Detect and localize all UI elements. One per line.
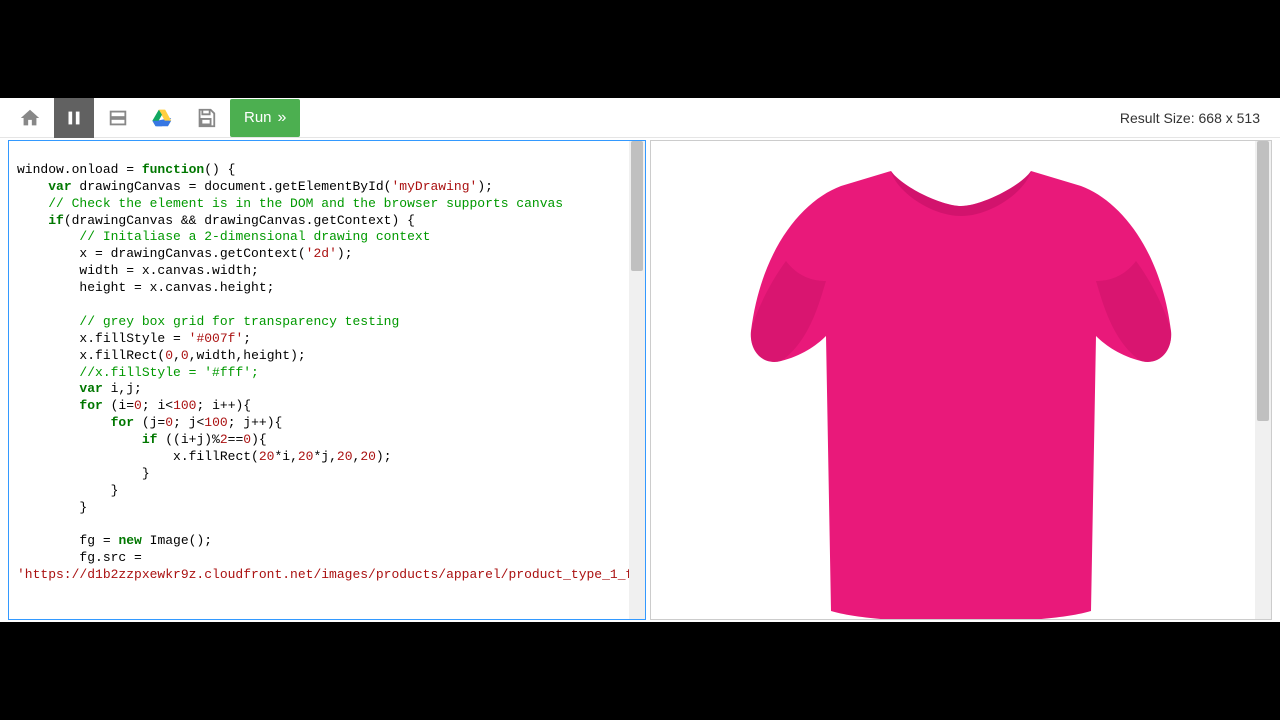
code-scrollbar[interactable] (629, 141, 645, 619)
code-scroll-thumb[interactable] (631, 141, 643, 271)
drive-button[interactable] (142, 98, 182, 138)
code-text[interactable]: window.onload = function() { var drawing… (9, 141, 629, 619)
toolbar: Run » Result Size: 668 x 513 (0, 98, 1280, 138)
result-size-label: Result Size: 668 x 513 (1120, 110, 1270, 126)
run-arrow-icon: » (278, 109, 287, 127)
code-editor[interactable]: window.onload = function() { var drawing… (8, 140, 646, 620)
save-icon (195, 107, 217, 129)
home-icon (19, 107, 41, 129)
save-button[interactable] (186, 98, 226, 138)
app-area: Run » Result Size: 668 x 513 window.onlo… (0, 98, 1280, 622)
tshirt-tag (953, 187, 969, 201)
panes: window.onload = function() { var drawing… (0, 138, 1280, 622)
pause-button[interactable] (54, 98, 94, 138)
run-label: Run (244, 109, 272, 126)
layout-stack-icon (107, 107, 129, 129)
result-scroll-thumb[interactable] (1257, 141, 1269, 421)
pause-icon (63, 107, 85, 129)
home-button[interactable] (10, 98, 50, 138)
layout-button[interactable] (98, 98, 138, 138)
google-drive-icon (151, 107, 173, 129)
run-button[interactable]: Run » (230, 99, 300, 137)
result-pane (650, 140, 1272, 620)
result-scrollbar[interactable] (1255, 141, 1271, 619)
tshirt-image (741, 151, 1181, 620)
